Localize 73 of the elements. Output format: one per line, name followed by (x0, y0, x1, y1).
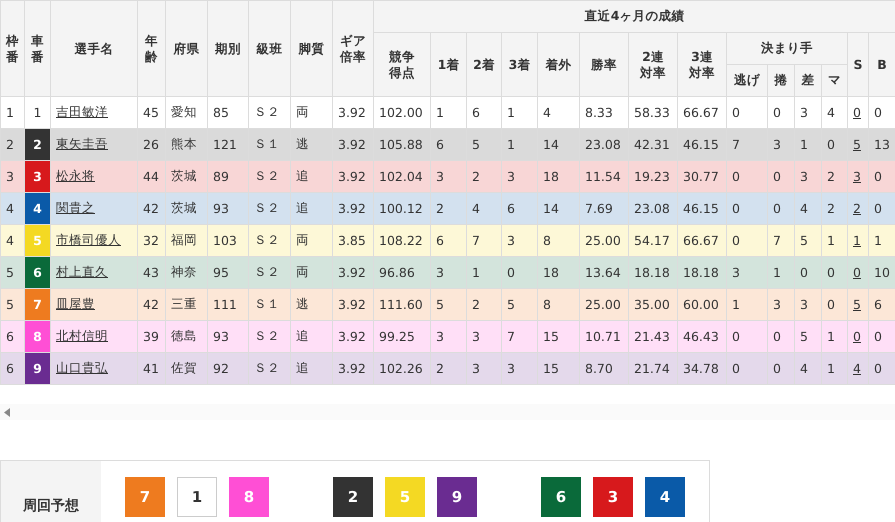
s-count-link[interactable]: 0 (853, 265, 861, 280)
car-number-badge: 9 (437, 477, 477, 517)
s-count-link[interactable]: 5 (853, 137, 861, 152)
table-cell: 3 (502, 352, 538, 384)
car-number-badge: 2 (24, 128, 50, 160)
car-number-badge: 1 (177, 477, 217, 517)
table-cell: 15 (538, 352, 580, 384)
car-number-badge: 7 (125, 477, 165, 517)
column-header: 逃げ (734, 72, 760, 87)
column-header: 差 (802, 72, 814, 87)
table-cell: 92 (208, 352, 248, 384)
s-count-link[interactable]: 1 (853, 233, 861, 248)
car-number-badge: 8 (24, 320, 50, 352)
car-number-badge: 5 (24, 224, 50, 256)
table-cell: 41 (138, 352, 166, 384)
column-header: マ (828, 72, 841, 87)
car-number-badge: 3 (24, 160, 50, 192)
column-header: 車番 (30, 32, 44, 64)
column-header: 選手名 (74, 40, 114, 56)
column-header: 着外 (546, 56, 572, 72)
column-header: 府県 (174, 40, 200, 56)
column-header: 脚質 (298, 40, 324, 56)
column-header: 勝率 (591, 56, 617, 72)
table-cell: 追 (290, 352, 332, 384)
column-header: 1着 (438, 56, 460, 72)
column-header: 捲 (774, 72, 788, 87)
car-number-badge: 9 (24, 352, 50, 384)
column-header: 2連対率 (638, 48, 667, 80)
car-number-badge: 1 (24, 96, 50, 128)
table-cell: 佐賀 (166, 352, 208, 384)
column-header: 年齢 (144, 32, 158, 64)
table-cell: Ｓ２ (248, 352, 290, 384)
column-header: 競争得点 (388, 48, 416, 80)
table-cell: 21.74 (628, 352, 678, 384)
horizontal-scrollbar[interactable] (0, 404, 895, 420)
car-number-badge: 6 (541, 477, 581, 517)
table-cell: 0 (768, 352, 794, 384)
car-number-badge: 6 (24, 256, 50, 288)
s-count-link[interactable]: 0 (853, 105, 861, 120)
column-header: ギア倍率 (338, 32, 367, 64)
column-header: 3着 (508, 56, 530, 72)
table-cell: 2 (430, 352, 466, 384)
column-header: S (853, 57, 862, 72)
column-header: 3連対率 (688, 48, 716, 80)
column-header: B (877, 57, 887, 72)
prediction-title: 周回予想 (23, 497, 79, 515)
car-number-badge: 5 (385, 477, 425, 517)
column-header: 枠番 (6, 32, 20, 64)
table-cell: 3 (466, 352, 502, 384)
s-count-link[interactable]: 2 (853, 201, 861, 216)
column-header: 期別 (215, 40, 241, 56)
car-number-badge: 2 (333, 477, 373, 517)
car-number-badge: 8 (229, 477, 269, 517)
s-count-link[interactable]: 5 (853, 297, 861, 312)
column-header: 2着 (473, 56, 495, 72)
table-cell: 102.26 (374, 352, 430, 384)
car-number-badge: 4 (24, 192, 50, 224)
car-number-badge: 7 (24, 288, 50, 320)
s-count-link[interactable]: 3 (853, 169, 861, 184)
column-header: 級班 (256, 40, 282, 56)
s-count-link[interactable]: 4 (853, 361, 861, 376)
table-cell: 4 (794, 352, 822, 384)
table-cell: 8.70 (580, 352, 628, 384)
table-cell: 1 (822, 352, 848, 384)
car-number-badge: 4 (645, 477, 685, 517)
table-cell: 0 (726, 352, 768, 384)
scroll-left-arrow-icon[interactable] (4, 408, 10, 416)
group-header: 決まり手 (761, 40, 813, 55)
car-number-badge: 3 (593, 477, 633, 517)
s-count-link[interactable]: 0 (853, 329, 861, 344)
group-header: 直近4ヶ月の成績 (584, 8, 684, 23)
table-cell: 34.78 (678, 352, 726, 384)
table-cell: 3.92 (332, 352, 374, 384)
